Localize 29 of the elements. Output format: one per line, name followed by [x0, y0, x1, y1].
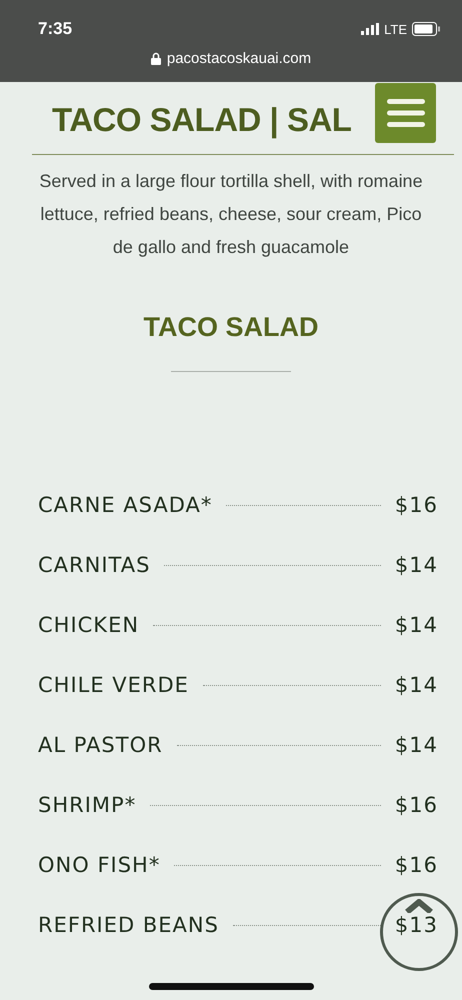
item-price: $13	[394, 913, 438, 937]
item-name: CHICKEN	[38, 613, 140, 637]
item-price: $14	[394, 733, 438, 757]
item-name: ONO FISH*	[38, 853, 160, 877]
item-name: AL PASTOR	[38, 733, 163, 757]
item-name: CHILE VERDE	[38, 673, 189, 697]
url-text[interactable]: pacostacoskauai.com	[166, 50, 312, 67]
item-name: SHRIMP*	[38, 793, 136, 817]
menu-icon	[386, 98, 424, 128]
item-name: CARNE ASADA*	[38, 493, 212, 517]
item-name: REFRIED BEANS	[38, 913, 219, 937]
caret-up-icon	[404, 899, 434, 913]
item-price: $14	[394, 673, 438, 697]
network-label: LTE	[384, 22, 407, 36]
item-price: $14	[394, 613, 438, 637]
item-name: CARNITAS	[38, 553, 150, 577]
page-title: TACO SALAD | SAL	[52, 100, 352, 140]
scroll-top-button[interactable]	[380, 893, 458, 971]
signal-icon	[361, 23, 380, 35]
description: Served in a large flour tortilla shell, with romaine lettuce, refried beans, cheese, sour cream, Pico de gallo and fresh guacamole	[38, 170, 424, 259]
item-price: $16	[394, 493, 438, 517]
item-price: $16	[394, 793, 438, 817]
item-price: $14	[394, 553, 438, 577]
menu-button[interactable]	[375, 83, 436, 143]
status-time: 7:35	[38, 19, 72, 39]
battery-icon	[412, 22, 440, 36]
lock-icon	[150, 52, 161, 65]
item-price: $16	[394, 853, 438, 877]
section-heading: TACO SALAD	[142, 312, 320, 343]
